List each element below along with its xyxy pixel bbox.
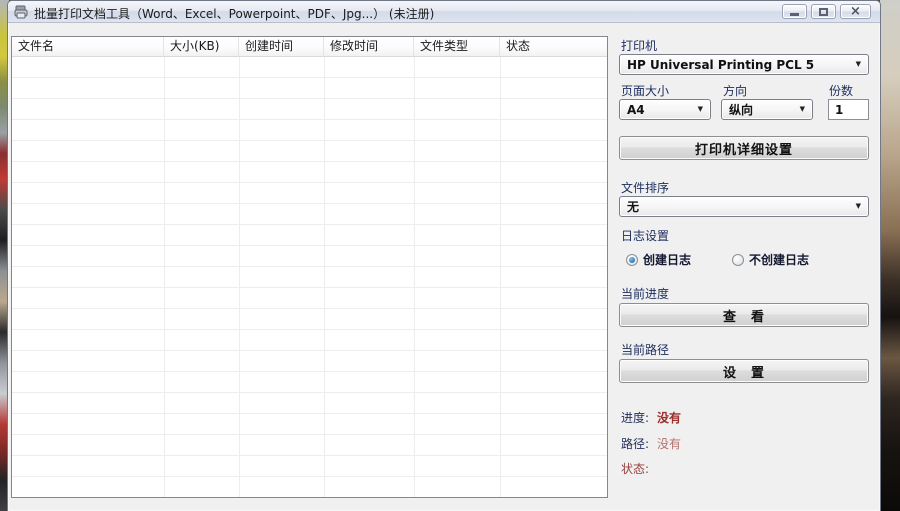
orientation-label: 方向 — [723, 84, 748, 98]
grid-line — [164, 57, 165, 497]
page-size-select[interactable]: A4 ▼ — [619, 99, 711, 120]
page-size-value: A4 — [627, 102, 645, 117]
radio-no-log-label: 不创建日志 — [749, 253, 810, 267]
radio-dot — [629, 256, 635, 263]
progress-status-label: 进度: — [621, 411, 650, 425]
maximize-icon — [819, 7, 828, 16]
current-path-label: 当前路径 — [621, 343, 670, 357]
file-list-header: 文件名 大小(KB) 创建时间 修改时间 文件类型 状态 — [12, 37, 607, 57]
chevron-down-icon: ▼ — [697, 105, 703, 113]
column-header-filetype[interactable]: 文件类型 — [414, 37, 500, 56]
view-progress-button[interactable]: 查 看 — [619, 303, 869, 327]
client-area: 文件名 大小(KB) 创建时间 修改时间 文件类型 状态 打印机 HP Univ… — [8, 23, 880, 511]
path-status-value: 没有 — [657, 437, 682, 451]
orientation-select[interactable]: 纵向 ▼ — [721, 99, 813, 120]
window-controls: × — [782, 4, 871, 19]
radio-unselected-icon — [732, 253, 744, 266]
maximize-button[interactable] — [811, 4, 836, 19]
app-window: 批量打印文档工具（Word、Excel、Powerpoint、PDF、Jpg..… — [7, 0, 881, 511]
set-path-button[interactable]: 设 置 — [619, 359, 869, 383]
path-status-label: 路径: — [621, 437, 650, 451]
printer-settings-button[interactable]: 打印机详细设置 — [619, 136, 869, 160]
window-title: 批量打印文档工具（Word、Excel、Powerpoint、PDF、Jpg..… — [34, 7, 435, 21]
chevron-down-icon: ▼ — [855, 202, 861, 210]
radio-create-log[interactable]: 创建日志 — [626, 251, 691, 268]
radio-no-log[interactable]: 不创建日志 — [732, 251, 809, 268]
file-sort-label: 文件排序 — [621, 181, 670, 195]
current-progress-label: 当前进度 — [621, 287, 670, 301]
chevron-down-icon: ▼ — [855, 60, 861, 68]
file-list[interactable]: 文件名 大小(KB) 创建时间 修改时间 文件类型 状态 — [11, 36, 608, 498]
radio-selected-icon — [626, 253, 638, 266]
grid-line — [239, 57, 240, 497]
column-header-status[interactable]: 状态 — [500, 37, 607, 56]
wallpaper-strip-right — [880, 0, 900, 511]
orientation-value: 纵向 — [729, 103, 754, 117]
close-button[interactable]: × — [840, 4, 871, 19]
file-sort-select[interactable]: 无 ▼ — [619, 196, 869, 217]
copies-label: 份数 — [829, 84, 854, 98]
column-header-filename[interactable]: 文件名 — [12, 37, 164, 56]
titlebar[interactable]: 批量打印文档工具（Word、Excel、Powerpoint、PDF、Jpg..… — [8, 1, 880, 23]
status-label: 状态: — [621, 462, 650, 476]
column-header-created[interactable]: 创建时间 — [239, 37, 324, 56]
printer-select[interactable]: HP Universal Printing PCL 5 ▼ — [619, 54, 869, 75]
printer-label: 打印机 — [621, 39, 658, 53]
minimize-icon — [790, 13, 799, 16]
minimize-button[interactable] — [782, 4, 807, 19]
printer-select-value: HP Universal Printing PCL 5 — [627, 57, 815, 72]
grid-line — [500, 57, 501, 497]
grid-line — [324, 57, 325, 497]
chevron-down-icon: ▼ — [799, 105, 805, 113]
app-icon — [14, 5, 29, 19]
log-settings-label: 日志设置 — [621, 229, 670, 243]
copies-input[interactable] — [828, 99, 869, 120]
file-sort-value: 无 — [627, 200, 640, 214]
column-header-size[interactable]: 大小(KB) — [164, 37, 239, 56]
column-header-modified[interactable]: 修改时间 — [324, 37, 414, 56]
page-size-label: 页面大小 — [621, 84, 670, 98]
progress-status-value: 没有 — [657, 411, 682, 425]
close-icon: × — [850, 4, 861, 19]
desktop-background: 批量打印文档工具（Word、Excel、Powerpoint、PDF、Jpg..… — [0, 0, 900, 511]
grid-line — [414, 57, 415, 497]
radio-create-log-label: 创建日志 — [643, 253, 692, 267]
file-list-body[interactable] — [12, 57, 607, 497]
